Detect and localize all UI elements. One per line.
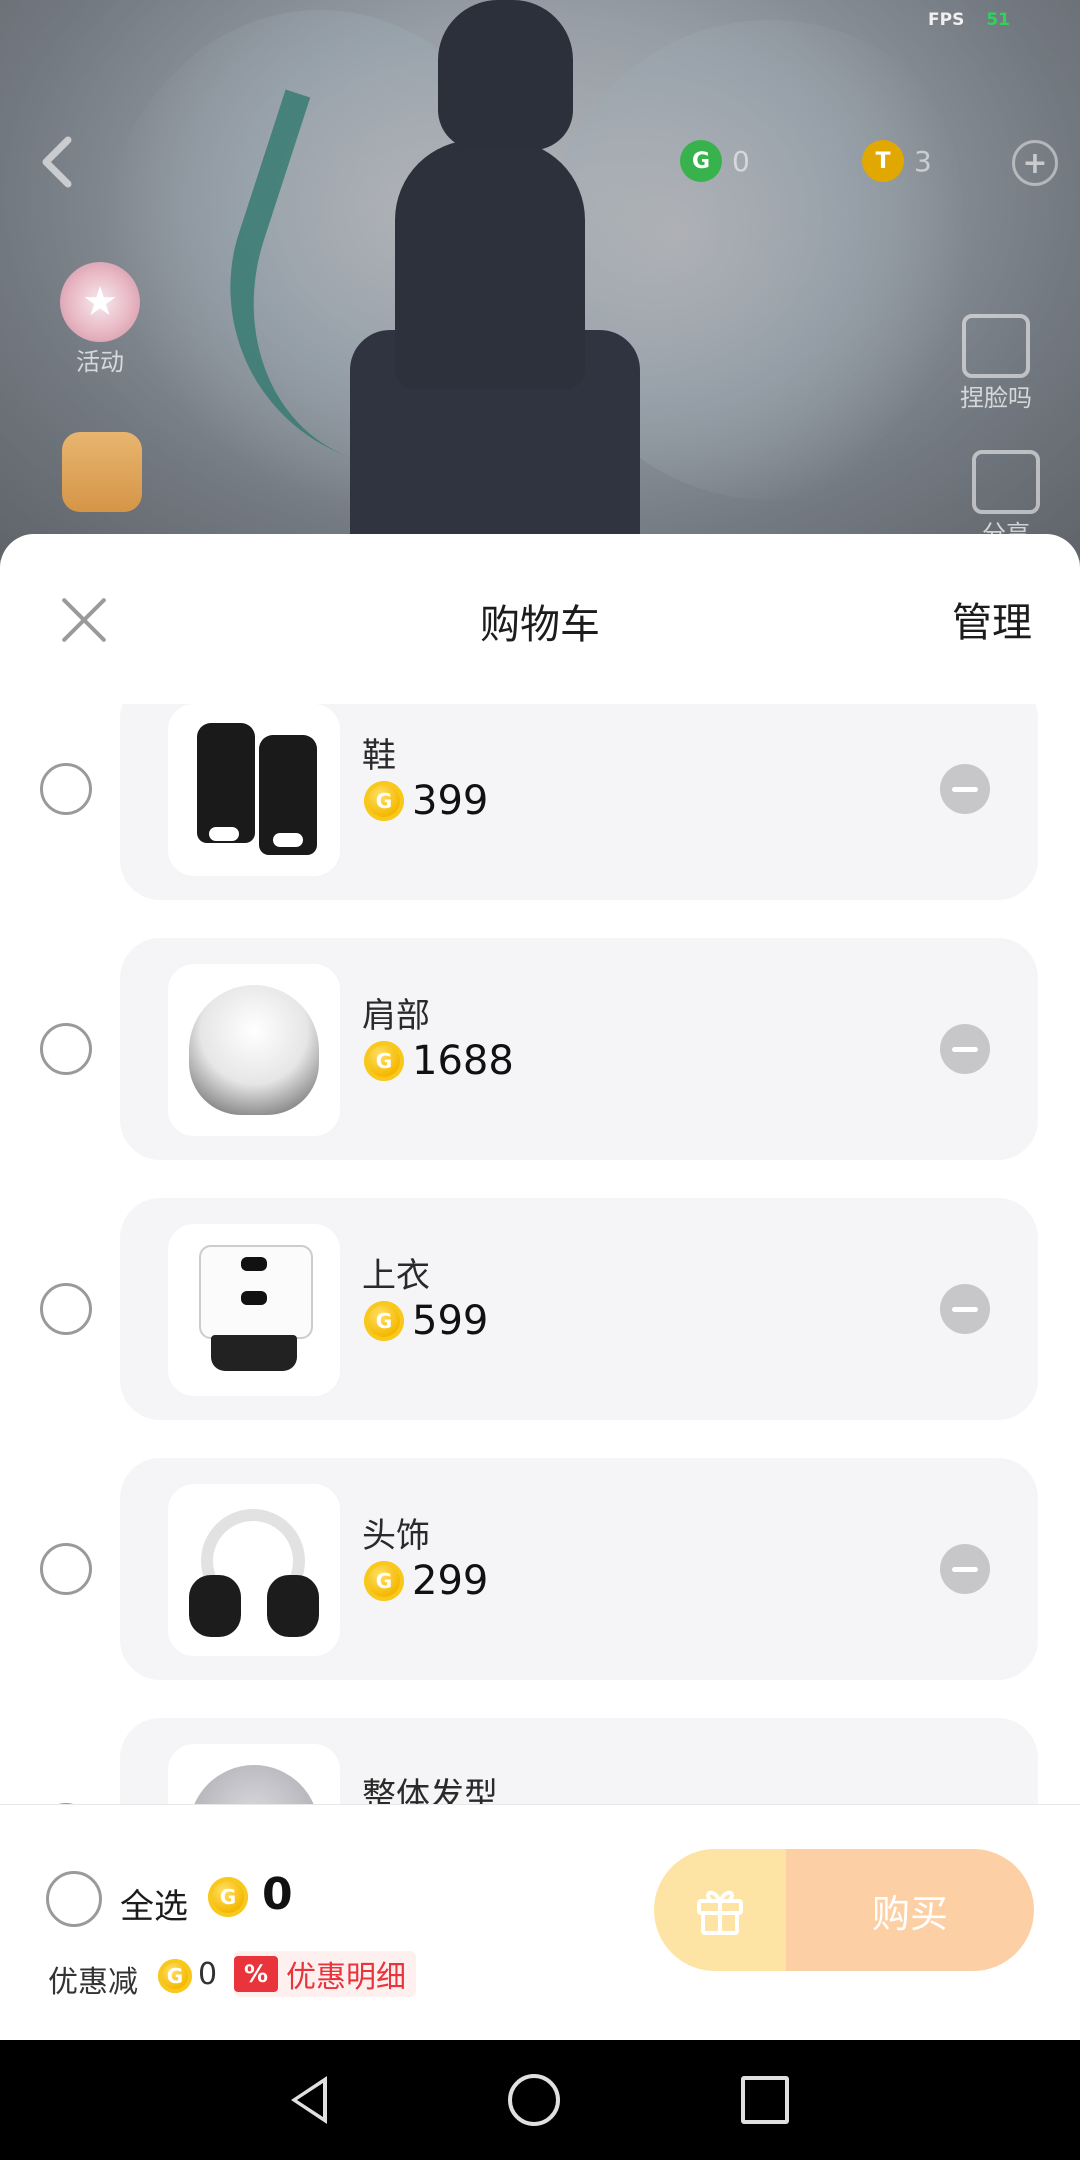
cart-item-row: 上衣 G 599 (0, 1198, 1080, 1420)
g-currency-value: 0 (732, 144, 750, 178)
fps-label: FPS (928, 10, 965, 30)
gift-box-icon (62, 432, 142, 512)
boots-image (179, 715, 329, 865)
headphones-image (179, 1495, 329, 1645)
fps-value: 51 (986, 10, 1010, 30)
purchase-button-group: 购买 (654, 1849, 1034, 1971)
select-all-label[interactable]: 全选 (120, 1879, 188, 1928)
fps-counter: FPS 51 (928, 10, 1010, 30)
hairstyle-image (189, 1765, 319, 1804)
t-currency-value: 3 (914, 144, 932, 178)
item-thumbnail-fox (168, 964, 340, 1136)
item-name: 头饰 (362, 1516, 430, 1556)
shirt-image (179, 1235, 329, 1385)
pinch-face-label: 捏脸吗 (960, 384, 1032, 412)
cart-sheet: 购物车 管理 鞋 G 399 肩部 G 1688 上衣 G 599 头饰 G 2… (0, 534, 1080, 2040)
g-coin-icon: G (364, 1561, 404, 1601)
nav-recents-icon[interactable] (741, 2076, 790, 2124)
cart-title: 购物车 (480, 602, 600, 648)
item-name: 肩部 (362, 996, 430, 1036)
item-select-radio[interactable] (40, 1543, 92, 1595)
cart-footer: 全选 G 0 优惠减 G 0 % 优惠明细 购买 (0, 1804, 1080, 2040)
cart-item-card[interactable]: 整体发型 (120, 1718, 1038, 1804)
remove-item-button[interactable] (940, 1284, 990, 1334)
discount-label: 优惠减 (48, 1965, 138, 2000)
star-icon: ★ (60, 262, 140, 342)
item-price-value: 1688 (412, 1038, 514, 1084)
cart-item-row: 头饰 G 299 (0, 1458, 1080, 1680)
g-coin-icon: G (364, 1041, 404, 1081)
t-coin-icon: T (862, 140, 904, 182)
item-price: G 399 (364, 778, 488, 824)
dim-overlay (0, 0, 1080, 560)
g-coin-icon: G (680, 140, 722, 182)
cart-item-card[interactable]: 上衣 G 599 (120, 1198, 1038, 1420)
add-currency-button[interactable]: + (1012, 140, 1058, 186)
manage-button[interactable]: 管理 (952, 590, 1032, 648)
percent-tag-icon: % (234, 1956, 279, 1992)
gift-box-button[interactable] (62, 432, 142, 512)
chevron-left-icon (42, 136, 72, 188)
item-name: 整体发型 (362, 1776, 498, 1804)
item-price: G 1688 (364, 1038, 514, 1084)
cart-item-row: 整体发型 (0, 1718, 1080, 1804)
share-icon (972, 450, 1040, 514)
item-price-value: 599 (412, 1298, 489, 1344)
buy-button[interactable]: 购买 (786, 1849, 1034, 1971)
item-price-value: 299 (412, 1558, 489, 1604)
system-navigation-bar (0, 2040, 1080, 2160)
back-button[interactable] (34, 132, 82, 192)
remove-item-button[interactable] (940, 764, 990, 814)
g-coin-icon: G (364, 781, 404, 821)
item-select-radio[interactable] (40, 1283, 92, 1335)
item-name: 鞋 (362, 736, 396, 776)
item-thumbnail-boots (168, 704, 340, 876)
cart-item-card[interactable]: 肩部 G 1688 (120, 938, 1038, 1160)
item-price-value: 399 (412, 778, 489, 824)
g-currency-display[interactable]: G 0 (680, 140, 750, 182)
remove-item-button[interactable] (940, 1024, 990, 1074)
gift-icon (697, 1890, 743, 1935)
item-select-radio[interactable] (40, 763, 92, 815)
select-all-radio[interactable] (46, 1871, 102, 1927)
item-select-radio[interactable] (40, 1023, 92, 1075)
item-price: G 299 (364, 1558, 488, 1604)
cart-item-card[interactable]: 头饰 G 299 (120, 1458, 1038, 1680)
g-coin-icon: G (364, 1301, 404, 1341)
discount-detail-button[interactable]: % 优惠明细 (234, 1951, 417, 1997)
export-icon (962, 314, 1030, 378)
pinch-face-button[interactable]: 捏脸吗 (960, 314, 1032, 413)
item-name: 上衣 (362, 1256, 430, 1296)
gift-button[interactable] (654, 1849, 786, 1971)
t-currency-display[interactable]: T 3 (862, 140, 932, 182)
item-thumbnail-headphones (168, 1484, 340, 1656)
nav-back-icon[interactable] (290, 2076, 327, 2124)
activity-label: 活动 (76, 348, 124, 376)
remove-item-button[interactable] (940, 1544, 990, 1594)
cart-header: 购物车 管理 (0, 534, 1080, 704)
discount-value: 0 (198, 1957, 218, 1992)
item-price: G 599 (364, 1298, 488, 1344)
cart-item-card[interactable]: 鞋 G 399 (120, 704, 1038, 900)
item-thumbnail-top (168, 1224, 340, 1396)
cart-item-row: 肩部 G 1688 (0, 938, 1080, 1160)
g-coin-icon: G (208, 1877, 248, 1917)
item-thumbnail-hairstyle (168, 1744, 340, 1804)
total-price-value: 0 (262, 1869, 293, 1920)
cart-item-list[interactable]: 鞋 G 399 肩部 G 1688 上衣 G 599 头饰 G 299 整体发型 (0, 704, 1080, 1804)
nav-home-icon[interactable] (507, 2074, 560, 2126)
discount-detail-label: 优惠明细 (286, 1960, 407, 1995)
cart-item-row: 鞋 G 399 (0, 704, 1080, 900)
g-coin-icon: G (158, 1959, 192, 1993)
fox-image (189, 985, 319, 1115)
activity-button[interactable]: ★ 活动 (60, 262, 140, 377)
